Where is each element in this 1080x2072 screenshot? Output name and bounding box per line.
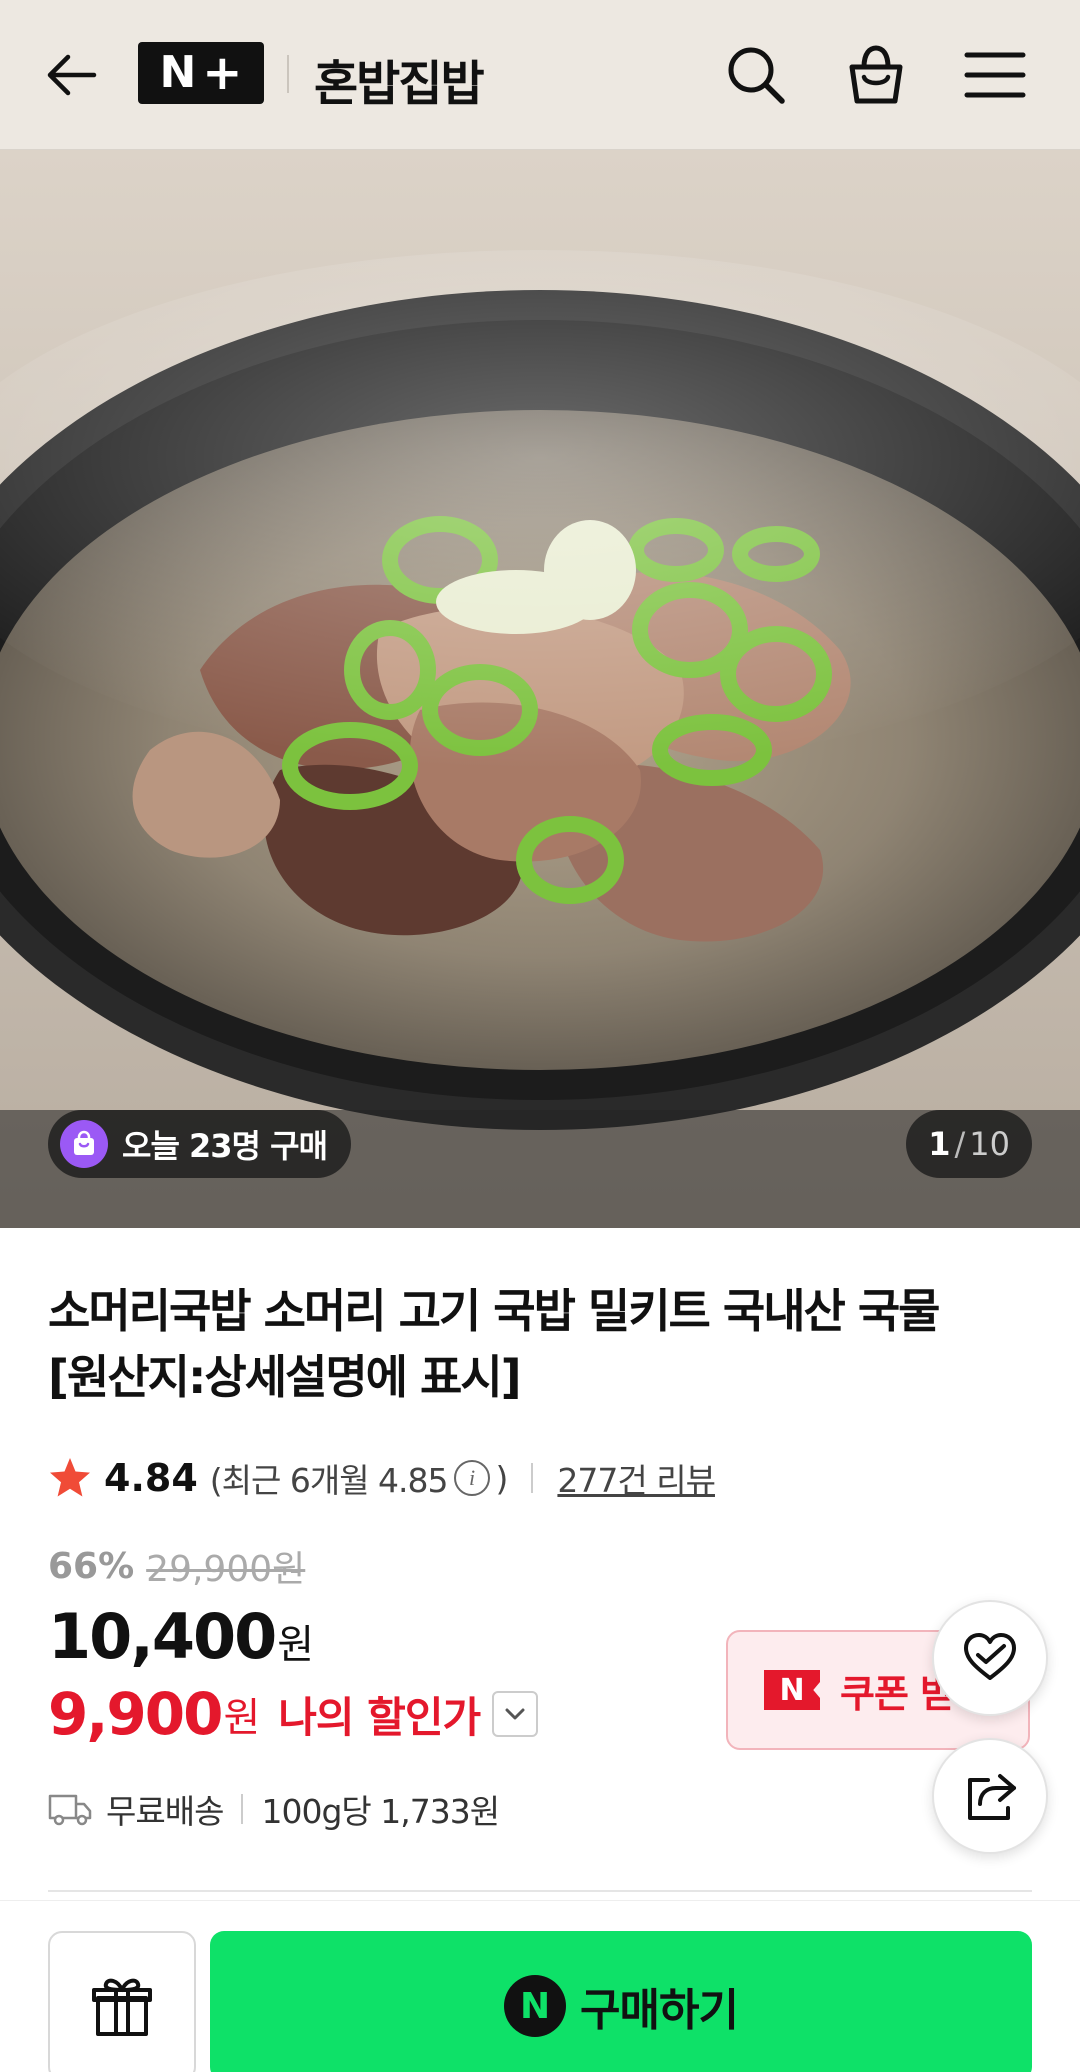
recent-rating: (최근 6개월 4.85 i ) [209,1454,509,1502]
star-icon [50,1458,90,1497]
price-unit: 원 [277,1622,315,1668]
share-button[interactable] [932,1738,1048,1854]
buy-button[interactable]: N 구매하기 [210,1931,1032,2072]
store-name[interactable]: 혼밥집밥 [314,44,485,114]
gift-icon [92,1978,152,2036]
naver-pay-icon: N [504,1975,567,2037]
divider [241,1794,244,1824]
back-arrow-icon [47,54,97,96]
search-icon [728,47,785,104]
share-icon [968,1774,1016,1820]
gift-button[interactable] [48,1931,196,2072]
wishlist-button[interactable] [932,1600,1048,1716]
shopping-bag-badge-icon [60,1120,108,1168]
discount-rate: 66% [48,1545,135,1587]
hamburger-menu-icon [964,52,1026,98]
top-app-bar: N + 혼밥집밥 [0,0,1080,150]
section-divider [48,1890,1032,1892]
purchase-count-badge: 오늘 23명 구매 [48,1110,352,1178]
expand-toggle[interactable] [492,1691,539,1737]
chevron-down-icon [505,1708,525,1720]
recent-rating-close: ) [495,1458,509,1498]
rating-score: 4.84 [104,1456,198,1500]
review-count-link[interactable]: 277건 리뷰 [557,1454,716,1502]
divider [531,1463,534,1493]
my-discount-price: 9,900 [48,1680,223,1748]
heart-check-icon [964,1633,1016,1680]
shopping-bag-icon [849,45,903,104]
image-pager: 1 / 10 [906,1110,1032,1178]
coupon-n-icon: N [764,1670,820,1710]
purchase-count-text: 오늘 23명 구매 [122,1127,328,1165]
pager-separator: / [954,1125,966,1163]
back-button[interactable] [32,35,112,115]
original-price: 29,900원 [146,1549,306,1590]
pager-current: 1 [928,1125,951,1163]
unit-price: 100g당 1,733원 [261,1792,500,1831]
cart-button[interactable] [836,35,916,115]
rating-row: 4.84 (최근 6개월 4.85 i ) 277건 리뷰 [48,1450,716,1506]
info-icon[interactable]: i [453,1460,490,1496]
recent-rating-text: (최근 6개월 4.85 [209,1461,449,1500]
my-price-unit: 원 [223,1695,261,1741]
product-photo [0,150,1080,1228]
product-title: 소머리국밥 소머리 고기 국밥 밀키트 국내산 국물 [원산지:상세설명에 표시… [48,1284,941,1404]
search-button[interactable] [716,35,796,115]
bottom-action-bar: N 구매하기 [0,1900,1080,2072]
menu-button[interactable] [955,35,1035,115]
product-image-carousel[interactable] [0,150,1080,1228]
pager-total: 10 [969,1125,1010,1163]
my-discount-label: 나의 할인가 [278,1692,481,1742]
sale-price: 10,400 [48,1600,277,1673]
truck-icon [48,1794,92,1826]
buy-label: 구매하기 [580,1985,739,2036]
logo-divider [287,55,289,93]
sale-price-row: 10,400 원 [48,1600,314,1673]
shipping-text: 무료배송 [106,1792,224,1831]
my-discount-price-row[interactable]: 9,900 원 나의 할인가 [48,1680,539,1748]
discount-row: 66% 29,900원 [48,1540,305,1592]
shipping-row: 무료배송 100g당 1,733원 [48,1784,500,1834]
naver-plus-logo[interactable]: N + [138,42,264,104]
